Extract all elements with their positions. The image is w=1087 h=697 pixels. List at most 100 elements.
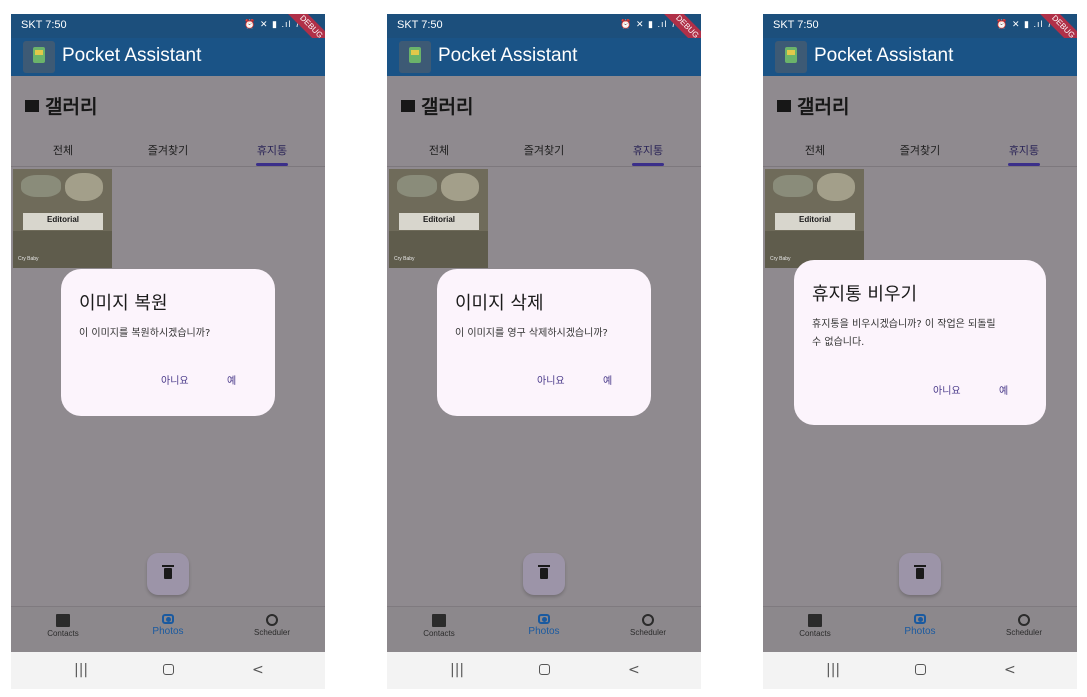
photo-camera-icon [162, 614, 174, 624]
home-button[interactable] [539, 664, 550, 675]
dialog-message-line1: 휴지통을 비우시겠습니까? 이 작업은 되돌릴 [812, 319, 996, 330]
tab-favorites[interactable]: 즐겨찾기 [880, 142, 960, 158]
thumbnail-card-text: Editorial [798, 215, 831, 224]
bottom-navigation: Contacts Photos Scheduler [387, 606, 701, 653]
dialog-message: 이 이미지를 영구 삭제하시겠습니까? [455, 328, 608, 339]
tab-bar: 전체 즐겨찾기 휴지통 [763, 134, 1077, 167]
nav-scheduler[interactable]: Scheduler [984, 614, 1064, 637]
trash-icon [538, 565, 550, 567]
photo-camera-icon [538, 614, 550, 624]
recents-button[interactable]: ||| [74, 662, 88, 678]
empty-trash-dialog: 휴지통 비우기 휴지통을 비우시겠습니까? 이 작업은 되돌릴 수 없습니다. … [794, 260, 1046, 425]
tab-all[interactable]: 전체 [775, 142, 855, 158]
app-bar: Pocket Assistant [11, 38, 325, 76]
delete-dialog: 이미지 삭제 이 이미지를 영구 삭제하시겠습니까? 아니요 예 [437, 269, 651, 416]
nav-scheduler[interactable]: Scheduler [608, 614, 688, 637]
page-title: 갤러리 [401, 92, 473, 119]
nav-contacts[interactable]: Contacts [399, 614, 479, 638]
dialog-message: 이 이미지를 복원하시겠습니까? [79, 328, 211, 339]
alarm-clock-icon [1018, 614, 1030, 626]
nav-scheduler[interactable]: Scheduler [232, 614, 312, 637]
app-bar: Pocket Assistant [763, 38, 1077, 76]
photo-camera-icon [914, 614, 926, 624]
tab-all[interactable]: 전체 [23, 142, 103, 158]
tab-trash[interactable]: 휴지통 [984, 142, 1064, 158]
status-bar: SKT 7:50 ⏰ ✕ ▮ .ıl 73 DEBUG [763, 14, 1077, 58]
confirm-button[interactable]: 예 [999, 382, 1008, 397]
app-logo-icon [775, 41, 807, 73]
bottom-navigation: Contacts Photos Scheduler [763, 606, 1077, 653]
recents-button[interactable]: ||| [450, 662, 464, 678]
delete-fab-button[interactable] [523, 553, 565, 595]
back-button[interactable]: < [628, 662, 640, 678]
confirm-button[interactable]: 예 [227, 372, 236, 387]
page-title: 갤러리 [25, 92, 97, 119]
tab-indicator [632, 163, 664, 166]
system-navigation-bar: ||| < [387, 652, 701, 689]
dialog-title: 이미지 삭제 [455, 293, 544, 314]
thumbnail-caption: Cry Baby [770, 256, 791, 262]
back-button[interactable]: < [252, 662, 264, 678]
cancel-button[interactable]: 아니요 [933, 382, 961, 397]
app-title: Pocket Assistant [438, 45, 578, 66]
thumbnail-caption: Cry Baby [394, 256, 415, 262]
tab-all[interactable]: 전체 [399, 142, 479, 158]
nav-photos[interactable]: Photos [504, 614, 584, 637]
nav-photos[interactable]: Photos [880, 614, 960, 637]
alarm-clock-icon [642, 614, 654, 626]
status-bar: SKT 7:50 ⏰ ✕ ▮ .ıl 73 DEBUG [387, 14, 701, 58]
alarm-clock-icon [266, 614, 278, 626]
app-logo-icon [399, 41, 431, 73]
bottom-navigation: Contacts Photos Scheduler [11, 606, 325, 653]
tab-bar: 전체 즐겨찾기 휴지통 [387, 134, 701, 167]
gallery-icon [25, 100, 39, 112]
dialog-title: 휴지통 비우기 [812, 284, 918, 305]
recents-button[interactable]: ||| [826, 662, 840, 678]
app-logo-icon [23, 41, 55, 73]
tab-trash[interactable]: 휴지통 [608, 142, 688, 158]
contacts-icon [808, 614, 822, 627]
restore-dialog: 이미지 복원 이 이미지를 복원하시겠습니까? 아니요 예 [61, 269, 275, 416]
app-title: Pocket Assistant [62, 45, 202, 66]
cancel-button[interactable]: 아니요 [161, 372, 189, 387]
image-thumbnail[interactable]: Editorial Cry Baby [765, 169, 864, 268]
system-navigation-bar: ||| < [11, 652, 325, 689]
phone-screen-empty-trash: SKT 7:50 ⏰ ✕ ▮ .ıl 73 DEBUG Pocket Assis… [763, 14, 1077, 689]
nav-contacts[interactable]: Contacts [775, 614, 855, 638]
trash-icon [162, 565, 174, 567]
home-button[interactable] [163, 664, 174, 675]
nav-contacts[interactable]: Contacts [23, 614, 103, 638]
contacts-icon [56, 614, 70, 627]
home-button[interactable] [915, 664, 926, 675]
status-time: SKT 7:50 [773, 19, 819, 31]
page-title: 갤러리 [777, 92, 849, 119]
delete-fab-button[interactable] [899, 553, 941, 595]
cancel-button[interactable]: 아니요 [537, 372, 565, 387]
app-bar: Pocket Assistant [387, 38, 701, 76]
status-time: SKT 7:50 [21, 19, 67, 31]
status-bar: SKT 7:50 ⏰ ✕ ▮ .ıl 73 DEBUG [11, 14, 325, 58]
tab-favorites[interactable]: 즐겨찾기 [128, 142, 208, 158]
phone-screen-restore: SKT 7:50 ⏰ ✕ ▮ .ıl 73 DEBUG Pocket Assis… [11, 14, 325, 689]
thumbnail-card-text: Editorial [46, 215, 79, 224]
tab-bar: 전체 즐겨찾기 휴지통 [11, 134, 325, 167]
nav-photos[interactable]: Photos [128, 614, 208, 637]
delete-fab-button[interactable] [147, 553, 189, 595]
image-thumbnail[interactable]: Editorial Cry Baby [13, 169, 112, 268]
tab-favorites[interactable]: 즐겨찾기 [504, 142, 584, 158]
thumbnail-caption: Cry Baby [18, 256, 39, 262]
back-button[interactable]: < [1004, 662, 1016, 678]
confirm-button[interactable]: 예 [603, 372, 612, 387]
gallery-icon [777, 100, 791, 112]
tab-trash[interactable]: 휴지통 [232, 142, 312, 158]
image-thumbnail[interactable]: Editorial Cry Baby [389, 169, 488, 268]
tab-indicator [1008, 163, 1040, 166]
tab-indicator [256, 163, 288, 166]
contacts-icon [432, 614, 446, 627]
status-time: SKT 7:50 [397, 19, 443, 31]
dialog-title: 이미지 복원 [79, 293, 168, 314]
thumbnail-card-text: Editorial [422, 215, 455, 224]
gallery-icon [401, 100, 415, 112]
phone-screen-delete: SKT 7:50 ⏰ ✕ ▮ .ıl 73 DEBUG Pocket Assis… [387, 14, 701, 689]
app-title: Pocket Assistant [814, 45, 954, 66]
